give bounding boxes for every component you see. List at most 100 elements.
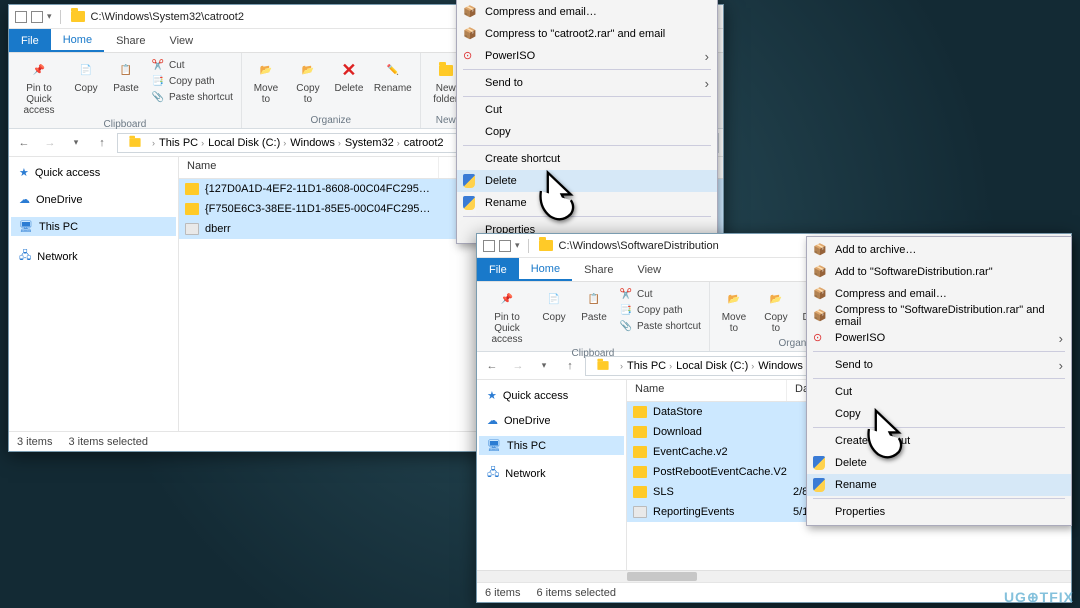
nav-onedrive[interactable]: ☁OneDrive	[479, 411, 624, 430]
forward-button[interactable]: →	[39, 132, 61, 154]
move-to-button[interactable]: 📂Move to	[248, 57, 284, 107]
crumb[interactable]: This PC›	[159, 137, 204, 149]
shield-icon	[463, 174, 477, 188]
up-button[interactable]: ↑	[559, 355, 581, 377]
horizontal-scrollbar[interactable]	[477, 570, 1071, 582]
context-menu-item[interactable]: ⊙PowerISO	[457, 45, 717, 67]
tab-home[interactable]: Home	[51, 29, 104, 52]
context-menu-item[interactable]: 📦Add to "SoftwareDistribution.rar"	[807, 261, 1071, 283]
crumb[interactable]: catroot2	[404, 137, 444, 149]
folder-icon	[71, 11, 85, 22]
copy-path-button[interactable]: 📑Copy path	[149, 73, 235, 89]
archive-icon: 📦	[463, 27, 477, 41]
pin-button[interactable]: 📌Pin to Quick access	[15, 57, 63, 118]
copy-button[interactable]: 📄Copy	[69, 57, 103, 96]
context-menu-item[interactable]: 📦Add to archive…	[807, 239, 1071, 261]
selected-count: 6 items selected	[536, 587, 615, 599]
item-count: 3 items	[17, 436, 52, 448]
copy-to-button[interactable]: 📂Copy to	[290, 57, 326, 107]
copy-to-button[interactable]: 📂Copy to	[758, 286, 794, 336]
context-menu-item[interactable]: Delete	[807, 452, 1071, 474]
context-menu-item[interactable]: Create shortcut	[807, 430, 1071, 452]
crumb[interactable]: Local Disk (C:)›	[208, 137, 286, 149]
context-menu-item[interactable]: Cut	[457, 99, 717, 121]
cut-button[interactable]: ✂️Cut	[149, 57, 235, 73]
watermark: UG⊕TFIX	[1004, 589, 1074, 606]
forward-button[interactable]: →	[507, 355, 529, 377]
shield-icon	[813, 478, 827, 492]
crumb[interactable]: This PC›	[627, 360, 672, 372]
tab-file[interactable]: File	[9, 29, 51, 52]
nav-network[interactable]: 🖧Network	[479, 461, 624, 486]
tab-share[interactable]: Share	[104, 29, 157, 52]
context-menu-item[interactable]: Cut	[807, 381, 1071, 403]
nav-onedrive[interactable]: ☁OneDrive	[11, 190, 176, 209]
context-menu-item[interactable]: 📦Compress and email…	[457, 1, 717, 23]
context-menu-item[interactable]: 📦Compress to "catroot2.rar" and email	[457, 23, 717, 45]
paste-shortcut-button[interactable]: 📎Paste shortcut	[149, 89, 235, 105]
nav-network[interactable]: 🖧Network	[11, 244, 176, 269]
pin-button[interactable]: 📌Pin to Quick access	[483, 286, 531, 347]
context-menu-item[interactable]: Copy	[807, 403, 1071, 425]
tab-view[interactable]: View	[157, 29, 205, 52]
col-name[interactable]: Name	[179, 157, 439, 178]
tab-share[interactable]: Share	[572, 258, 625, 281]
tab-view[interactable]: View	[625, 258, 673, 281]
file-icon	[185, 223, 199, 235]
system-menu-icon[interactable]	[15, 11, 27, 23]
shield-icon	[813, 456, 827, 470]
nav-this-pc[interactable]: 🖥This PC	[479, 436, 624, 455]
folder-icon	[539, 240, 553, 251]
qat-button[interactable]	[499, 240, 511, 252]
recent-button[interactable]: ▾	[533, 355, 555, 377]
crumb[interactable]: System32›	[345, 137, 400, 149]
ribbon-group-clipboard: 📌Pin to Quick access 📄Copy 📋Paste ✂️Cut …	[477, 282, 710, 351]
nav-quick-access[interactable]: ★Quick access	[11, 163, 176, 182]
recent-button[interactable]: ▾	[65, 132, 87, 154]
delete-button[interactable]: ✕Delete	[332, 57, 366, 96]
poweriso-icon: ⊙	[463, 49, 477, 63]
context-menu-item[interactable]: Send to	[807, 354, 1071, 376]
item-count: 6 items	[485, 587, 520, 599]
context-menu-item[interactable]: Properties	[807, 501, 1071, 523]
group-label: Organize	[248, 114, 414, 126]
back-button[interactable]: ←	[481, 355, 503, 377]
context-menu-item[interactable]: Create shortcut	[457, 148, 717, 170]
paste-shortcut-button[interactable]: 📎Paste shortcut	[617, 318, 703, 334]
crumb[interactable]: Windows›	[758, 360, 809, 372]
quick-access-toolbar[interactable]: ▾	[483, 239, 533, 253]
context-menu-item[interactable]: ⊙PowerISO	[807, 327, 1071, 349]
crumb[interactable]: Windows›	[290, 137, 341, 149]
copy-path-button[interactable]: 📑Copy path	[617, 302, 703, 318]
paste-button[interactable]: 📋Paste	[109, 57, 143, 96]
paste-button[interactable]: 📋Paste	[577, 286, 611, 325]
context-menu-item[interactable]: Delete	[457, 170, 717, 192]
context-menu-item[interactable]: Rename	[457, 192, 717, 214]
move-to-button[interactable]: 📂Move to	[716, 286, 752, 336]
shield-icon	[463, 196, 477, 210]
cut-button[interactable]: ✂️Cut	[617, 286, 703, 302]
archive-icon: 📦	[813, 287, 827, 301]
file-icon	[633, 506, 647, 518]
back-button[interactable]: ←	[13, 132, 35, 154]
rename-button[interactable]: ✏️Rename	[372, 57, 414, 96]
crumb[interactable]: Local Disk (C:)›	[676, 360, 754, 372]
tab-home[interactable]: Home	[519, 258, 572, 281]
archive-icon: 📦	[813, 243, 827, 257]
nav-this-pc[interactable]: 🖥This PC	[11, 217, 176, 236]
context-menu-item[interactable]: Send to	[457, 72, 717, 94]
qat-button[interactable]	[31, 11, 43, 23]
folder-icon	[185, 203, 199, 215]
up-button[interactable]: ↑	[91, 132, 113, 154]
quick-access-toolbar[interactable]: ▾	[15, 10, 65, 24]
archive-icon: 📦	[463, 5, 477, 19]
system-menu-icon[interactable]	[483, 240, 495, 252]
context-menu-item[interactable]: 📦Compress to "SoftwareDistribution.rar" …	[807, 305, 1071, 327]
context-menu-item[interactable]: 📦Compress and email…	[807, 283, 1071, 305]
nav-quick-access[interactable]: ★Quick access	[479, 386, 624, 405]
tab-file[interactable]: File	[477, 258, 519, 281]
copy-button[interactable]: 📄Copy	[537, 286, 571, 325]
context-menu-item[interactable]: Rename	[807, 474, 1071, 496]
context-menu-item[interactable]: Copy	[457, 121, 717, 143]
col-name[interactable]: Name	[627, 380, 787, 401]
